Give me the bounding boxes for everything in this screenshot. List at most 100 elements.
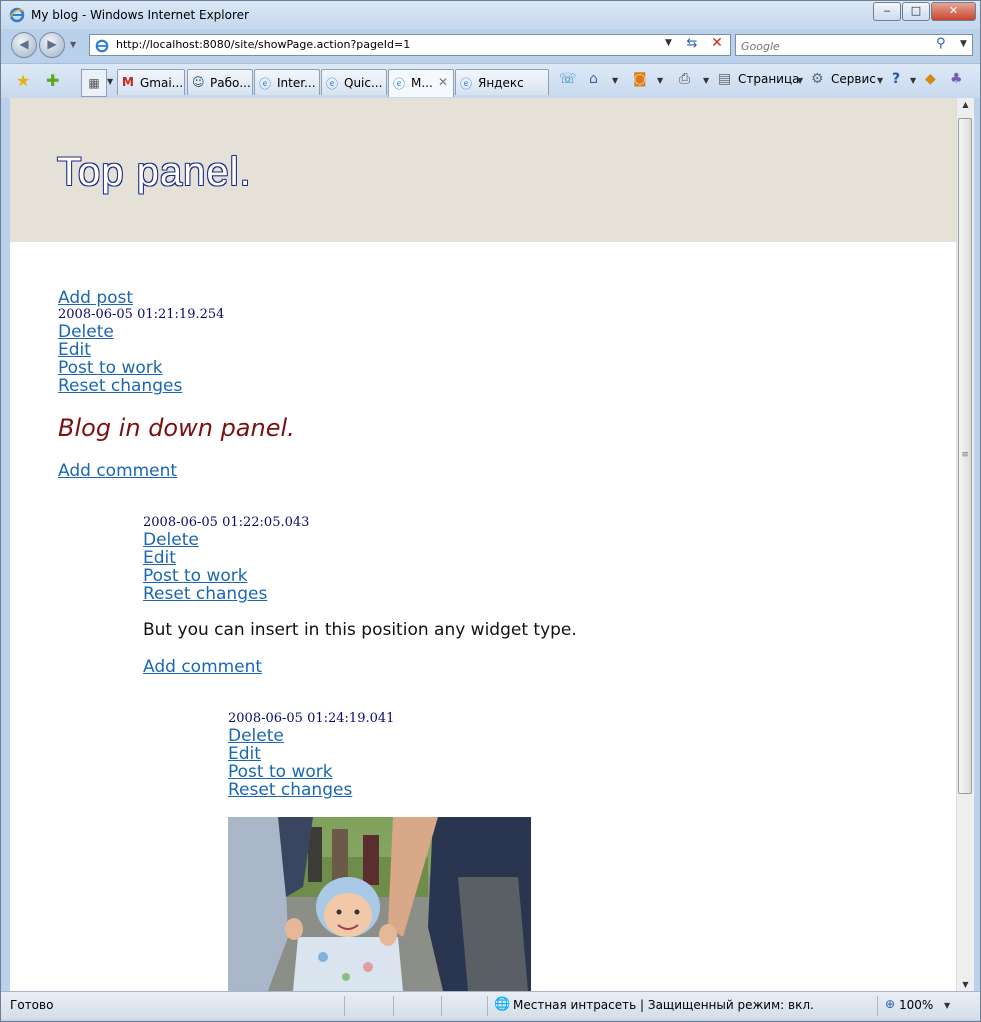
forward-button[interactable]: ▶ bbox=[39, 32, 65, 58]
post-delete-link[interactable]: Delete bbox=[58, 323, 224, 341]
tools-dropdown-icon[interactable]: ▼ bbox=[877, 76, 883, 85]
post-block: Add post 2008-06-05 01:21:19.254 Delete … bbox=[58, 289, 224, 395]
page-viewport: Top panel. Add post 2008-06-05 01:21:19.… bbox=[10, 98, 956, 991]
comment-1-block: 2008-06-05 01:22:05.043 Delete Edit Post… bbox=[143, 515, 309, 603]
tools-gear-icon[interactable]: ⚙ bbox=[811, 71, 824, 87]
tab-label: M... bbox=[411, 76, 433, 90]
search-input[interactable] bbox=[739, 37, 933, 55]
home-icon[interactable]: ⌂ bbox=[589, 71, 598, 87]
search-box[interactable]: ⚲ ▼ bbox=[735, 34, 973, 56]
scroll-down-arrow-icon[interactable]: ▼ bbox=[957, 980, 974, 989]
messenger-icon[interactable]: ♣ bbox=[950, 71, 963, 87]
security-zone[interactable]: Местная интрасеть | Защищенный режим: вк… bbox=[513, 998, 814, 1012]
navigation-bar: ◀ ▶ ▼ http://localhost:8080/site/showPag… bbox=[1, 29, 980, 63]
comment-1-post-to-work-link[interactable]: Post to work bbox=[143, 567, 309, 585]
address-dropdown-icon[interactable]: ▼ bbox=[665, 38, 672, 48]
tab-quick[interactable]: ⓔ Quic... bbox=[321, 69, 387, 95]
tools-menu[interactable]: Сервис bbox=[831, 72, 876, 86]
tab-label: Inter... bbox=[277, 76, 316, 90]
skype-icon[interactable]: ☏ bbox=[559, 71, 577, 87]
page-icon[interactable]: ▤ bbox=[718, 71, 731, 87]
comment-1-add-comment-wrap: Add comment bbox=[143, 658, 262, 676]
address-bar[interactable]: http://localhost:8080/site/showPage.acti… bbox=[89, 34, 731, 56]
minimize-button[interactable]: ‒ bbox=[873, 2, 901, 21]
comment-1-timestamp: 2008-06-05 01:22:05.043 bbox=[143, 515, 310, 530]
post-title: Blog in down panel. bbox=[58, 414, 295, 442]
history-dropdown-icon[interactable]: ▼ bbox=[70, 40, 76, 49]
minimize-icon: ‒ bbox=[883, 4, 891, 17]
post-add-comment-wrap: Add comment bbox=[58, 462, 177, 480]
comment-1-delete-link[interactable]: Delete bbox=[143, 531, 309, 549]
search-icon[interactable]: ⚲ bbox=[936, 36, 946, 51]
zoom-level[interactable]: 100% bbox=[899, 998, 933, 1012]
page-dropdown-icon[interactable]: ▼ bbox=[797, 76, 803, 85]
search-dropdown-icon[interactable]: ▼ bbox=[960, 39, 967, 49]
print-icon[interactable]: ⎙ bbox=[679, 71, 690, 87]
comment-2-delete-link[interactable]: Delete bbox=[228, 727, 394, 745]
favorites-star-icon[interactable]: ★ bbox=[16, 71, 30, 90]
scrollbar-grip-icon: ≡ bbox=[961, 450, 969, 460]
tab-close-icon[interactable]: ✕ bbox=[438, 75, 448, 89]
page-ie-icon bbox=[95, 38, 109, 57]
help-icon[interactable]: ? bbox=[892, 71, 900, 87]
status-divider bbox=[344, 996, 345, 1016]
status-text: Готово bbox=[10, 998, 54, 1012]
scroll-up-arrow-icon[interactable]: ▲ bbox=[957, 100, 974, 109]
back-arrow-icon: ◀ bbox=[19, 37, 29, 51]
vertical-scrollbar[interactable]: ▲ ≡ ▼ bbox=[956, 98, 974, 991]
page-menu[interactable]: Страница bbox=[738, 72, 800, 86]
comment-2-edit-link[interactable]: Edit bbox=[228, 745, 394, 763]
feeds-dropdown-icon[interactable]: ▼ bbox=[657, 76, 663, 85]
comment-1-edit-link[interactable]: Edit bbox=[143, 549, 309, 567]
help-dropdown-icon[interactable]: ▼ bbox=[910, 76, 916, 85]
intranet-globe-icon: 🌐 bbox=[494, 997, 511, 1012]
research-icon[interactable]: ◆ bbox=[925, 71, 936, 87]
add-post-link[interactable]: Add post bbox=[58, 289, 224, 307]
top-panel-title: Top panel. bbox=[57, 150, 252, 194]
tab-internet[interactable]: ⓔ Inter... bbox=[254, 69, 320, 95]
comment-1-add-comment-link[interactable]: Add comment bbox=[143, 658, 262, 676]
zoom-icon[interactable]: ⊕ bbox=[885, 997, 895, 1011]
maximize-button[interactable]: □ bbox=[902, 2, 930, 21]
tab-label: Gmai... bbox=[140, 76, 184, 90]
status-divider bbox=[441, 996, 442, 1016]
comment-2-block: 2008-06-05 01:24:19.041 Delete Edit Post… bbox=[228, 711, 394, 799]
home-dropdown-icon[interactable]: ▼ bbox=[612, 76, 618, 85]
post-reset-link[interactable]: Reset changes bbox=[58, 377, 224, 395]
comment-2-reset-link[interactable]: Reset changes bbox=[228, 781, 394, 799]
stop-icon[interactable]: ✕ bbox=[707, 35, 727, 53]
comment-1-text: But you can insert in this position any … bbox=[143, 620, 577, 640]
tab-my-blog[interactable]: ⓔ M... ✕ bbox=[388, 69, 454, 97]
post-add-comment-link[interactable]: Add comment bbox=[58, 462, 177, 480]
ie-logo-icon bbox=[9, 7, 25, 27]
address-url[interactable]: http://localhost:8080/site/showPage.acti… bbox=[116, 38, 410, 51]
zoom-dropdown-icon[interactable]: ▼ bbox=[944, 1001, 950, 1010]
tab-yandex[interactable]: ⓔ Яндекс bbox=[455, 69, 549, 95]
post-edit-link[interactable]: Edit bbox=[58, 341, 224, 359]
tab-list-dropdown-icon[interactable]: ▼ bbox=[107, 77, 113, 86]
ie-page-icon: ⓔ bbox=[326, 77, 339, 91]
tab-label: Рабо... bbox=[210, 76, 251, 90]
tab-rabota[interactable]: ☺ Рабо... bbox=[187, 69, 253, 95]
status-divider bbox=[487, 996, 488, 1016]
tab-label: Quic... bbox=[344, 76, 383, 90]
tab-bar: ★ ✚ ▦ ▼ M Gmai... ☺ Рабо... ⓔ Inter... ⓔ… bbox=[1, 63, 980, 98]
comment-2-post-to-work-link[interactable]: Post to work bbox=[228, 763, 394, 781]
top-panel: Top panel. bbox=[10, 98, 956, 242]
close-icon: ✕ bbox=[948, 4, 959, 17]
add-favorites-icon[interactable]: ✚ bbox=[46, 71, 59, 90]
feeds-icon[interactable]: ◙ bbox=[633, 71, 647, 87]
quick-tabs-button[interactable]: ▦ bbox=[81, 69, 107, 97]
quick-tabs-icon: ▦ bbox=[88, 76, 100, 90]
comment-2-timestamp: 2008-06-05 01:24:19.041 bbox=[228, 711, 395, 726]
refresh-icon[interactable]: ⇆ bbox=[682, 36, 702, 54]
ie-page-icon: ⓔ bbox=[460, 77, 473, 91]
comment-1-reset-link[interactable]: Reset changes bbox=[143, 585, 309, 603]
post-timestamp: 2008-06-05 01:21:19.254 bbox=[58, 307, 225, 322]
post-to-work-link[interactable]: Post to work bbox=[58, 359, 224, 377]
tab-gmail[interactable]: M Gmai... bbox=[117, 69, 185, 95]
close-button[interactable]: ✕ bbox=[931, 2, 976, 21]
print-dropdown-icon[interactable]: ▼ bbox=[703, 76, 709, 85]
maximize-icon: □ bbox=[910, 4, 922, 17]
back-button[interactable]: ◀ bbox=[11, 32, 37, 58]
